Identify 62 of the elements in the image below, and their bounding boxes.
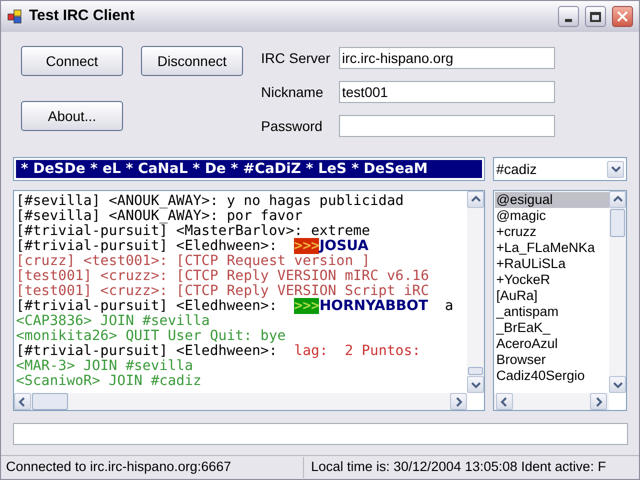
scroll-left-button[interactable]: [496, 393, 514, 410]
text-field[interactable]: test001: [339, 81, 555, 103]
vertical-scrollbar[interactable]: [609, 191, 626, 393]
action-button[interactable]: Disconnect: [141, 46, 243, 76]
user-item[interactable]: AceroAzul: [495, 336, 609, 352]
chat-line: [test001] <cruzz>: [CTCP Reply VERSION Script iRC: [16, 284, 430, 299]
minimize-icon: [565, 19, 572, 22]
text-field[interactable]: [339, 115, 555, 137]
chat-line: [#trivial-pursuit] <Eledhween>: >>>JOSUA: [16, 239, 370, 254]
minimize-button[interactable]: [558, 6, 579, 27]
scroll-down-button[interactable]: [467, 376, 484, 393]
scroll-up-button[interactable]: [609, 191, 626, 208]
chat-line: [#sevilla] <ANOUK_AWAY>: y no hagas publicidad: [16, 194, 405, 209]
scroll-thumb[interactable]: [610, 209, 625, 237]
field-label: Nickname: [261, 82, 324, 102]
scroll-thumb[interactable]: [468, 367, 484, 375]
field-label: Password: [261, 116, 324, 136]
user-item[interactable]: +RaULiSLa: [495, 256, 609, 272]
user-item[interactable]: @magic: [495, 208, 609, 224]
scroll-right-button[interactable]: [590, 393, 607, 410]
topic-bar: * DeSDe * eL * CaNaL * De * #CaDiZ * LeS * DeSeaM: [13, 157, 486, 181]
chat-line: <ScaniwoR> JOIN #cadiz: [16, 374, 202, 389]
status-text: Connected to irc.irc-hispano.org:6667: [5, 458, 232, 476]
maximize-button[interactable]: [585, 6, 606, 27]
close-button[interactable]: [612, 6, 633, 27]
close-icon: [617, 11, 628, 22]
scroll-down-button[interactable]: [609, 376, 626, 393]
scroll-up-button[interactable]: [467, 191, 484, 208]
field-label: IRC Server: [261, 48, 332, 68]
message-input[interactable]: [13, 423, 628, 445]
app-icon: [7, 8, 23, 24]
maximize-icon: [590, 12, 601, 22]
user-item[interactable]: Browser: [495, 352, 609, 368]
scroll-thumb[interactable]: [32, 393, 68, 410]
chat-line: <monikita26> QUIT User Quit: bye: [16, 329, 287, 344]
chat-line: [#trivial-pursuit] <Eledhween>: >>>HORNYABBOT a: [16, 299, 454, 314]
chat-line: <MAR-3> JOIN #sevilla: [16, 359, 194, 374]
horizontal-scrollbar[interactable]: [14, 393, 468, 410]
horizontal-scrollbar[interactable]: [494, 393, 609, 410]
user-item[interactable]: _antispam: [495, 304, 609, 320]
window-title: Test IRC Client: [29, 6, 135, 26]
user-item[interactable]: +cruzz: [495, 224, 609, 240]
user-item[interactable]: _BrEaK_: [495, 320, 609, 336]
chat-line: [#sevilla] <ANOUK_AWAY>: por favor: [16, 209, 304, 224]
vertical-scrollbar[interactable]: [467, 191, 484, 393]
status-text: Local time is: 30/12/2004 13:05:08 Ident active: F: [303, 457, 606, 478]
action-button[interactable]: Connect: [21, 46, 123, 76]
user-item[interactable]: @esigual: [495, 192, 609, 208]
chat-line: [#trivial-pursuit] <MasterBarlov>: extreme: [16, 224, 372, 239]
text-field[interactable]: irc.irc-hispano.org: [339, 47, 555, 69]
user-item[interactable]: [AuRa]: [495, 288, 609, 304]
chat-line: <CAP3836> JOIN #sevilla: [16, 314, 211, 329]
user-item[interactable]: +La_FLaMeNKa: [495, 240, 609, 256]
scroll-right-button[interactable]: [450, 393, 468, 410]
channel-dropdown[interactable]: #cadiz: [493, 157, 627, 181]
user-item[interactable]: +YockeR: [495, 272, 609, 288]
action-button[interactable]: About...: [21, 101, 123, 131]
chat-line: [test001] <cruzz>: [CTCP Reply VERSION mIRC v6.16: [16, 269, 430, 284]
user-item[interactable]: Cadiz40Sergio: [495, 368, 609, 384]
chat-line: [#trivial-pursuit] <Eledhween>: lag: 2 Puntos:: [16, 344, 422, 359]
chat-line: [cruzz] <test001>: [CTCP Request version ]: [16, 254, 372, 269]
scroll-left-button[interactable]: [14, 393, 31, 410]
